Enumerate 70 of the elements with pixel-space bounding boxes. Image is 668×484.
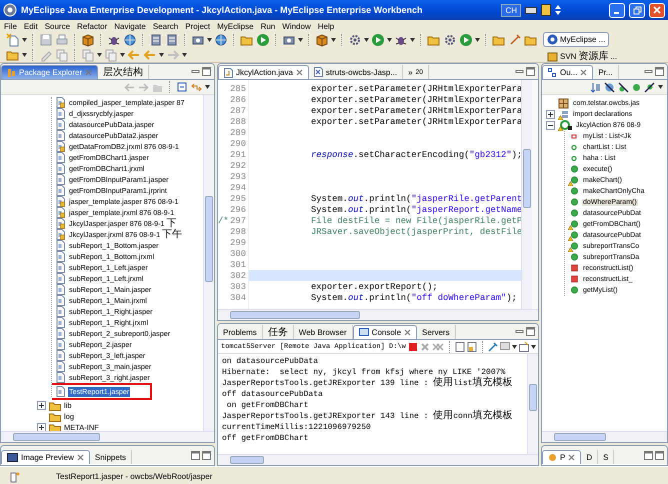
tab[interactable]: Console [352,325,418,339]
line-number: 303 [230,282,246,292]
tab[interactable]: Servers [417,325,456,339]
code-line: exporter.setParameter(JRHtmlExporterPara [311,116,522,126]
code-line: response.setCharacterEncoding("gb2312"); [311,150,522,160]
tab[interactable]: Problems [218,325,263,339]
line-number: 294 [230,182,246,192]
menu-item[interactable]: File [4,22,17,30]
code-line: System.out.println("off doWhereParam"); [311,292,517,302]
line-number: 304 [230,292,246,302]
line-number: 290 [230,138,246,148]
console-line: Hibernate: select ny, jkcyl from kfsj where ny LIKE '2007% [222,367,506,377]
line-number: 300 [230,248,246,258]
menu-item[interactable]: Window [282,22,311,30]
menu-item[interactable]: Search [152,22,178,30]
code-line: File destFile = new File(jasperRile.getP [311,216,522,226]
tab[interactable]: P [542,450,582,464]
menu-item[interactable]: Refactor [77,22,108,30]
line-number: 298 [230,226,246,236]
line-number: 296 [230,204,246,214]
tab[interactable]: Snippets [90,450,132,464]
line-number: 293 [230,172,246,182]
line-number: 302 [230,270,246,280]
menu-item[interactable]: Run [260,22,276,30]
line-number: 285 [230,84,246,94]
tab[interactable]: Pr... [593,65,619,79]
tab[interactable]: Ou... [542,65,594,79]
code-line: System.out.println("jasperRile.getParent [311,194,522,204]
console-line: on datasourcePubData [222,356,320,367]
line-number: 287 [230,106,246,116]
line-number: 295 [230,194,246,204]
perspective-button[interactable]: MyEclipse ... [543,32,610,47]
code-line: exporter.exportReport(); [311,282,438,292]
console-line: JasperReportsTools.getJRExporter 139 line : 使用list填充模板 [222,378,514,389]
code-line: exporter.setParameter(JRHtmlExporterPara [311,84,522,94]
menu-item[interactable]: Edit [24,22,38,30]
perspective-button[interactable]: SVN 资源库... [543,47,622,65]
menu-item[interactable]: MyEclipse [217,22,254,30]
tab[interactable]: 层次结构 [98,65,150,79]
code-line: System.out.println("jasperReport.getName [311,204,522,214]
console-line: on getFromDBChart [226,400,310,411]
menu-item[interactable]: Navigate [114,22,146,30]
line-number: 289 [230,128,246,138]
console-line: currentTimeMillis:1221096979250 [222,422,372,433]
line-number: 286 [230,94,246,104]
status-text: TestReport1.jasper - owcbs/WebRoot/jasper [56,472,212,481]
code-line: exporter.setParameter(JRHtmlExporterPara [311,94,522,104]
tab[interactable]: 任务 [262,325,294,339]
tab[interactable]: struts-owcbs-Jasp... [308,65,404,79]
window-title: MyEclipse Java Enterprise Development - JkcylAction.java - MyEclipse Enterprise Workbench [21,5,424,15]
fold-marker: /* [218,216,229,226]
code-line: JRSaver.saveObject(jasperPrint, destFile [311,226,522,236]
line-number: 301 [230,260,246,270]
code-line: exporter.setParameter(JRHtmlExporterPara [311,106,522,116]
menu-item[interactable]: Source [44,22,70,30]
tab[interactable]: JkcylAction.java [218,65,309,79]
console-line: off getFromDBChart [222,433,310,444]
menu-item[interactable]: Project [185,22,210,30]
language-indicator[interactable]: CH [501,4,521,16]
console-line: JasperReportsTools.getJRExporter 143 line : 使用conn填充模板 [222,411,514,422]
line-number: 291 [230,150,246,160]
tab[interactable]: D [581,450,598,464]
line-number: 288 [230,116,246,126]
line-number: 297 [230,216,246,226]
menu-item[interactable]: Help [318,22,334,30]
tab[interactable]: S [598,450,614,464]
line-number: 299 [230,238,246,248]
line-number: 292 [230,160,246,170]
console-line: off datasourcePubData [222,389,324,400]
tab[interactable]: Image Preview [1,450,90,464]
